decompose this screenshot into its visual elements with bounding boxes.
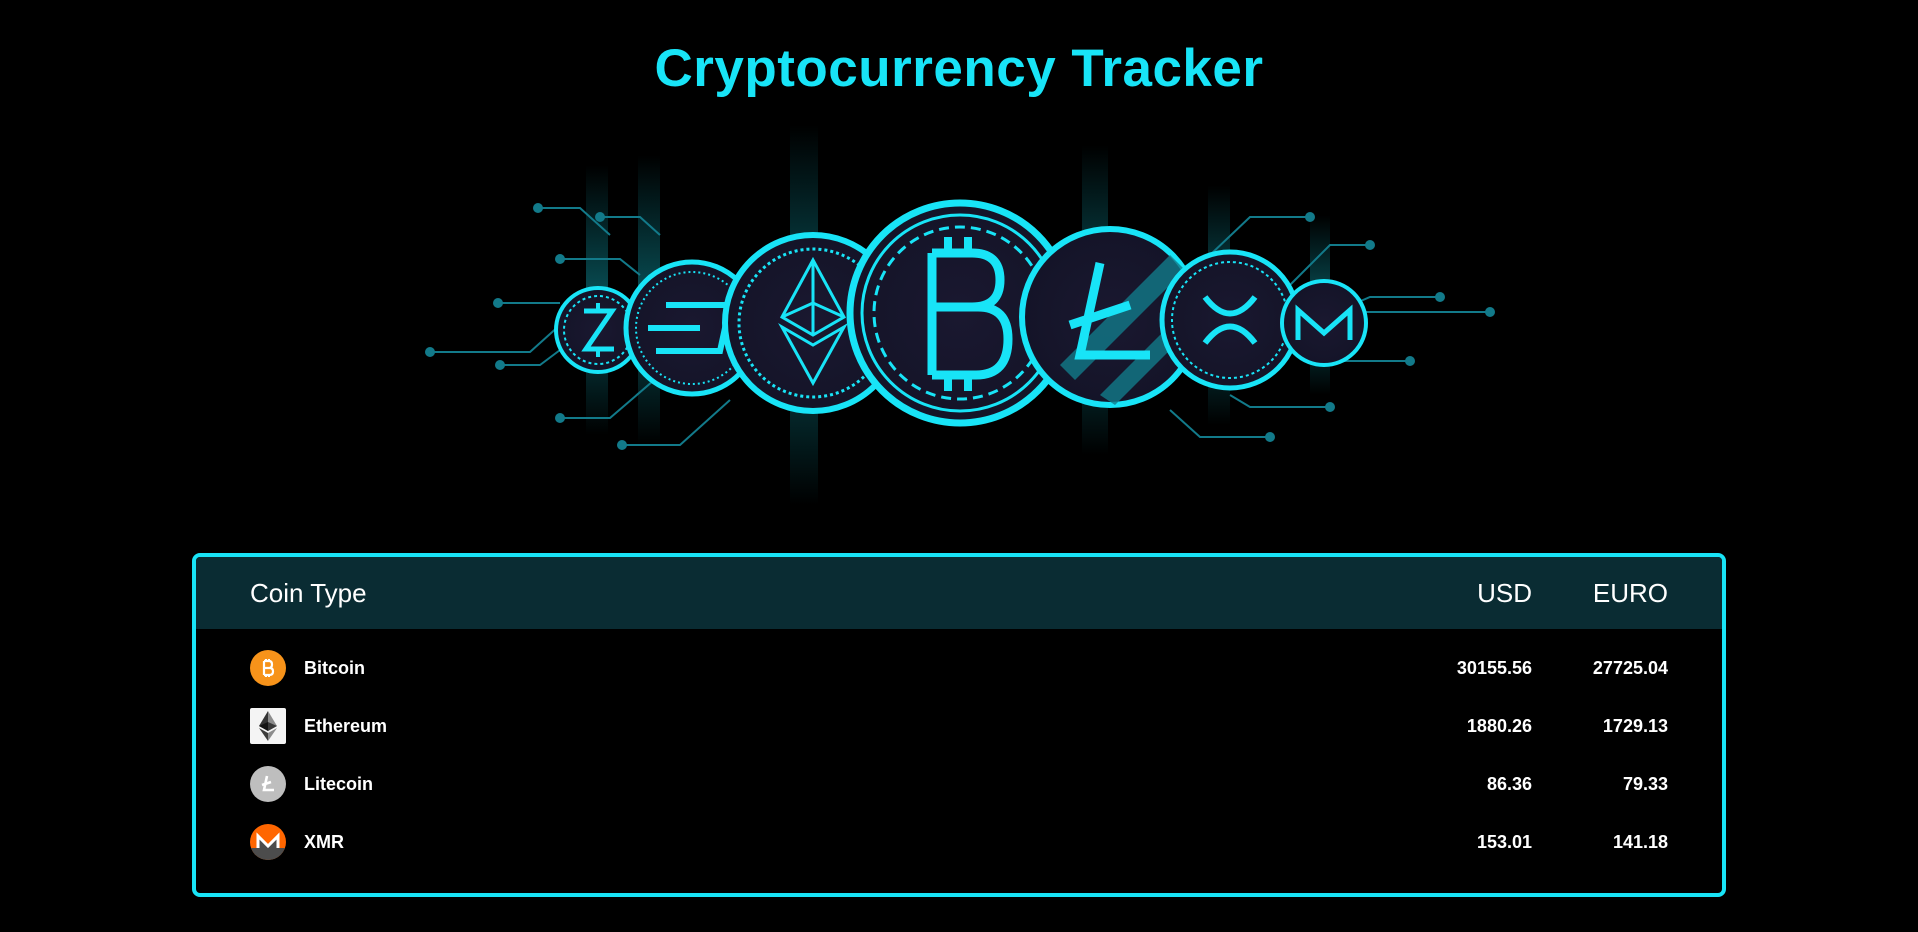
litecoin-icon — [250, 766, 286, 802]
table-row: XMR 153.01 141.18 — [196, 811, 1722, 869]
coin-name: XMR — [304, 832, 344, 852]
table-header: Coin Type USD EURO — [196, 557, 1722, 629]
ethereum-icon — [250, 708, 286, 744]
coin-name: Bitcoin — [304, 658, 365, 678]
column-header-euro: EURO — [1592, 578, 1668, 608]
coin-name: Litecoin — [304, 774, 374, 794]
price-usd: 1880.26 — [1466, 716, 1532, 736]
price-euro: 141.18 — [1612, 832, 1668, 852]
coin-name: Ethereum — [304, 716, 388, 736]
column-header-usd: USD — [1477, 578, 1532, 608]
monero-icon — [250, 824, 286, 860]
price-euro: 27725.04 — [1592, 658, 1668, 678]
price-euro: 79.33 — [1622, 774, 1668, 794]
table-row: Bitcoin 30155.56 27725.04 — [196, 637, 1722, 695]
price-table: Coin Type USD EURO Bitcoin 30155.56 2772… — [192, 553, 1726, 897]
price-usd: 153.01 — [1476, 832, 1532, 852]
page: Cryptocurrency Tracker Coin Type USD EUR… — [0, 0, 1918, 932]
table-row: Ethereum 1880.26 1729.13 — [196, 695, 1722, 753]
price-usd: 30155.56 — [1456, 658, 1532, 678]
ripple-coin-icon — [1159, 249, 1301, 391]
price-usd: 86.36 — [1486, 774, 1532, 794]
crypto-coins-banner-image — [425, 125, 1495, 505]
table-row: Litecoin 86.36 79.33 — [196, 753, 1722, 811]
price-euro: 1729.13 — [1602, 716, 1668, 736]
hero-banner — [410, 125, 1510, 505]
column-header-coin-type: Coin Type — [250, 578, 367, 608]
page-title: Cryptocurrency Tracker — [654, 39, 1264, 98]
bitcoin-icon — [250, 650, 286, 686]
monero-coin-icon — [1280, 279, 1368, 367]
